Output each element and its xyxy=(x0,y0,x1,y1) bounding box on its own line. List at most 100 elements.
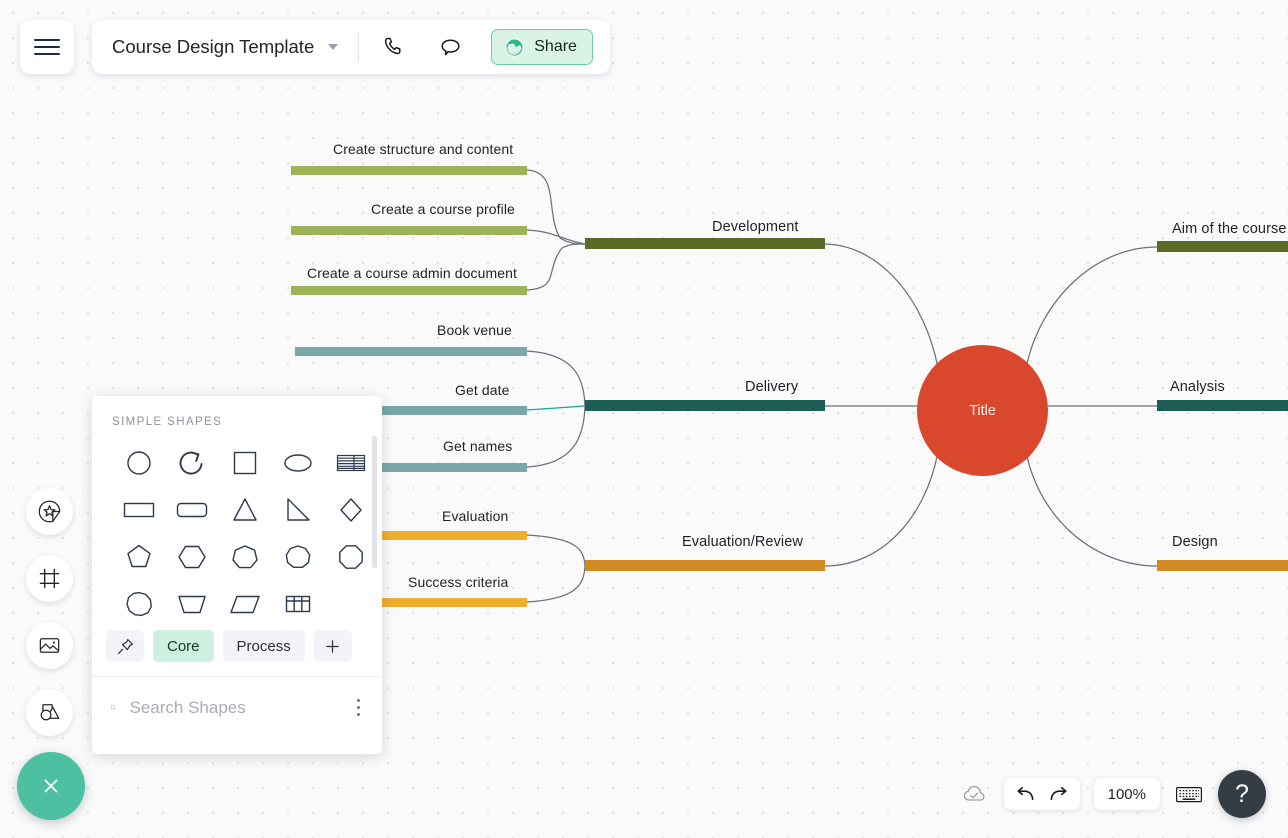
subbranch-label-get-names[interactable]: Get names xyxy=(443,438,512,454)
branch-label-design[interactable]: Design xyxy=(1172,534,1218,550)
hexagon-icon xyxy=(177,545,206,569)
branch-bar-development xyxy=(585,238,825,249)
shapes-icon xyxy=(40,704,60,721)
connector-del-child-1 xyxy=(526,350,586,407)
shape-rectangle[interactable] xyxy=(112,487,165,533)
octagon-icon xyxy=(338,545,363,569)
subbranch-label-book-venue[interactable]: Book venue xyxy=(437,322,512,338)
shape-rounded-rectangle[interactable] xyxy=(165,487,218,533)
grid-table-icon xyxy=(285,595,310,613)
phone-icon xyxy=(385,37,401,55)
subbranch-label-success-criteria[interactable]: Success criteria xyxy=(408,574,508,590)
subbranch-bar-success-criteria xyxy=(381,598,527,607)
comment-button[interactable] xyxy=(433,30,467,64)
shape-empty-slot xyxy=(324,581,377,627)
connector-del-child-3 xyxy=(526,405,586,468)
mindmap-root-node[interactable]: Title xyxy=(917,345,1048,476)
image-tool-button[interactable] xyxy=(26,622,73,669)
shapes-overflow-menu-button[interactable] xyxy=(351,693,367,723)
nonagon-icon xyxy=(285,545,310,568)
shape-grid-table[interactable] xyxy=(271,581,324,627)
shape-decagon[interactable] xyxy=(112,581,165,627)
shape-octagon[interactable] xyxy=(324,534,377,580)
branch-label-analysis[interactable]: Analysis xyxy=(1170,379,1225,395)
tab-pinned[interactable] xyxy=(106,630,144,662)
star-sticker-icon xyxy=(38,500,61,523)
shape-parallelogram[interactable] xyxy=(218,581,271,627)
redo-arrow-icon[interactable] xyxy=(1048,785,1069,803)
tab-add[interactable] xyxy=(313,630,352,662)
shapes-panel-scrollbar[interactable] xyxy=(372,436,377,568)
sticker-shapes-tool-button[interactable] xyxy=(26,488,73,535)
zoom-level-button[interactable]: 100% xyxy=(1093,778,1160,810)
subbranch-label-create-a-course-admin-document[interactable]: Create a course admin document xyxy=(307,265,517,281)
shape-circle[interactable] xyxy=(112,440,165,486)
subbranch-label-get-date[interactable]: Get date xyxy=(455,382,510,398)
globe-icon xyxy=(505,37,524,57)
shape-arc-arrow[interactable] xyxy=(165,440,218,486)
ellipse-icon xyxy=(283,454,312,472)
subbranch-bar-create-structure-and-content xyxy=(291,166,527,175)
subbranch-label-create-structure-and-content[interactable]: Create structure and content xyxy=(333,141,513,157)
shape-nonagon[interactable] xyxy=(271,534,324,580)
shape-table-striped[interactable] xyxy=(324,440,377,486)
close-panel-button[interactable] xyxy=(17,752,85,820)
trapezoid-icon xyxy=(177,595,206,614)
circle-icon xyxy=(126,451,151,475)
triangle-icon xyxy=(232,498,257,521)
branch-label-aim-of-the-course[interactable]: Aim of the course xyxy=(1172,221,1287,237)
connector-group xyxy=(526,169,1158,603)
image-icon xyxy=(39,638,60,653)
shape-heptagon[interactable] xyxy=(218,534,271,580)
tab-process[interactable]: Process xyxy=(222,630,305,662)
shape-hexagon[interactable] xyxy=(165,534,218,580)
keyboard-icon xyxy=(1176,786,1202,802)
shape-pentagon[interactable] xyxy=(112,534,165,580)
branch-label-development[interactable]: Development xyxy=(712,219,799,235)
frame-tool-button[interactable] xyxy=(26,555,73,602)
subbranch-bar-get-names xyxy=(381,463,527,472)
subbranch-label-create-a-course-profile[interactable]: Create a course profile xyxy=(371,201,515,217)
search-input[interactable] xyxy=(129,697,351,718)
help-button[interactable]: ? xyxy=(1218,770,1266,818)
speech-bubble-icon xyxy=(441,38,460,55)
app-root: Development Delivery Evaluation/Review A… xyxy=(0,0,1288,838)
connector-dev-child-1 xyxy=(526,169,586,245)
search-icon xyxy=(110,704,116,711)
pin-icon xyxy=(117,638,133,654)
zoom-level-label: 100% xyxy=(1107,785,1146,803)
mindmap-root-label: Title xyxy=(969,402,996,419)
shape-square[interactable] xyxy=(218,440,271,486)
connector-dev-child-3 xyxy=(526,243,586,291)
undo-arrow-icon[interactable] xyxy=(1015,785,1036,803)
shape-ellipse[interactable] xyxy=(271,440,324,486)
shape-triangle[interactable] xyxy=(218,487,271,533)
diamond-icon xyxy=(339,498,362,522)
document-toolbar: Course Design Template Share xyxy=(92,20,610,74)
document-title[interactable]: Course Design Template xyxy=(112,36,314,58)
call-button[interactable] xyxy=(377,30,411,64)
branch-label-evaluation-review[interactable]: Evaluation/Review xyxy=(682,534,803,550)
shapes-search-row xyxy=(92,676,382,738)
rectangle-icon xyxy=(123,502,154,518)
main-menu-button[interactable] xyxy=(20,20,74,74)
subbranch-label-evaluation[interactable]: Evaluation xyxy=(442,508,508,524)
tab-core[interactable]: Core xyxy=(153,630,214,662)
hamburger-icon xyxy=(34,34,60,60)
shape-trapezoid[interactable] xyxy=(165,581,218,627)
shape-diamond[interactable] xyxy=(324,487,377,533)
share-button[interactable]: Share xyxy=(491,29,593,65)
arc-arrow-icon xyxy=(179,451,202,475)
chevron-down-icon[interactable] xyxy=(328,44,339,50)
branch-bar-analysis xyxy=(1157,400,1288,411)
shapes-tool-button[interactable] xyxy=(26,689,73,736)
shape-right-triangle[interactable] xyxy=(271,487,324,533)
connector-dev-child-2 xyxy=(526,229,586,245)
branch-label-delivery[interactable]: Delivery xyxy=(745,379,798,395)
plus-icon xyxy=(326,639,339,653)
save-status-button[interactable] xyxy=(960,779,990,809)
help-button-label: ? xyxy=(1235,779,1249,808)
branch-bar-aim-of-the-course xyxy=(1157,241,1288,252)
close-x-icon xyxy=(44,779,58,793)
keyboard-shortcuts-button[interactable] xyxy=(1174,782,1204,806)
